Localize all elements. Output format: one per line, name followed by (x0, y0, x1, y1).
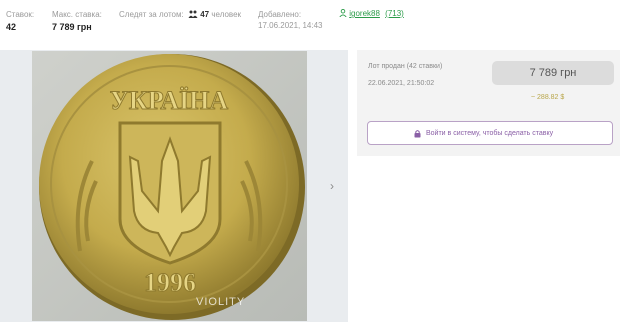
seller-rating[interactable]: (713) (385, 9, 404, 18)
sold-status: Лот продан (42 ставки) (368, 63, 443, 70)
coin-year: 1996 (144, 268, 196, 297)
price-usd: ~ 288.82 $ (531, 94, 565, 101)
login-to-bid-label: Войти в систему, чтобы сделать ставку (426, 130, 554, 137)
final-price-box: 7 789 грн (492, 61, 614, 85)
people-icon (188, 10, 198, 18)
bids-stat: Ставок: 42 (6, 9, 34, 34)
lot-stats-bar: Ставок: 42 Макс. ставка: 7 789 грн Следя… (0, 0, 620, 44)
added-value: 17.06.2021, 14:43 (258, 21, 323, 30)
seller-info: igorek88 (713) (339, 9, 404, 18)
coin-legend: УКРАЇНА (110, 86, 229, 115)
coin-image: УКРАЇНА 1996 (32, 51, 307, 321)
watchers-unit: человек (211, 10, 242, 19)
bids-value: 42 (6, 22, 17, 32)
watchers-stat: Следят за лотом: 47 человек (119, 9, 241, 20)
user-icon (339, 9, 347, 17)
max-bid-label: Макс. ставка: (52, 10, 102, 19)
lock-icon (414, 130, 421, 138)
final-price: 7 789 грн (529, 67, 577, 79)
login-to-bid-button[interactable]: Войти в систему, чтобы сделать ставку (367, 121, 613, 145)
sold-date: 22.06.2021, 21:50:02 (368, 80, 435, 87)
added-label: Добавлено: (258, 10, 302, 19)
chevron-right-icon[interactable]: › (330, 179, 340, 193)
watchers-count: 47 (200, 10, 210, 19)
added-stat: Добавлено: 17.06.2021, 14:43 (258, 9, 323, 31)
lot-photo[interactable]: УКРАЇНА 1996 (32, 51, 307, 321)
photo-gallery: УКРАЇНА 1996 VIOLITY (0, 50, 348, 322)
bids-label: Ставок: (6, 10, 35, 19)
max-bid-value: 7 789 грн (52, 22, 92, 32)
max-bid-stat: Макс. ставка: 7 789 грн (52, 9, 102, 34)
watermark: VIOLITY (196, 296, 246, 308)
watchers-label: Следят за лотом: (119, 10, 184, 19)
seller-link[interactable]: igorek88 (349, 9, 380, 18)
sale-panel: Лот продан (42 ставки) 22.06.2021, 21:50… (357, 50, 620, 156)
